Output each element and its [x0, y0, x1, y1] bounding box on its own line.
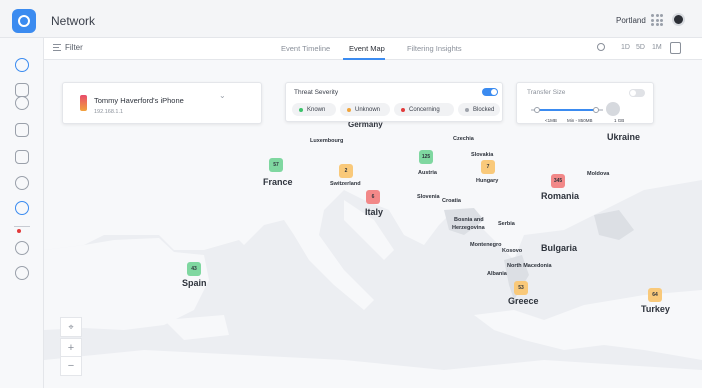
security-shield-icon[interactable]: [15, 201, 29, 215]
settings-gear-icon[interactable]: [15, 266, 29, 280]
tab-event-timeline[interactable]: Event Timeline: [281, 44, 330, 53]
chevron-down-icon[interactable]: ⌄: [219, 91, 226, 100]
country-label: Serbia: [498, 221, 515, 227]
tab-filtering-insights[interactable]: Filtering Insights: [407, 44, 462, 53]
event-count-badge[interactable]: 2: [339, 164, 353, 178]
country-label: Spain: [182, 278, 207, 288]
tab-event-map[interactable]: Event Map: [349, 44, 385, 53]
country-label: Hungary: [476, 178, 499, 184]
calendar-icon[interactable]: [670, 42, 681, 54]
search-icon[interactable]: [597, 43, 605, 51]
filter-button[interactable]: Filter: [65, 43, 83, 52]
clients-icon[interactable]: [15, 123, 29, 137]
devices-icon[interactable]: [15, 96, 29, 110]
zoom-out-button[interactable]: −: [60, 356, 82, 376]
country-label: Kosovo: [502, 248, 523, 254]
country-label: Switzerland: [330, 181, 361, 187]
country-label: Luxembourg: [310, 138, 344, 144]
country-label: Ukraine: [607, 132, 641, 142]
notifications-bell-icon[interactable]: [15, 241, 29, 255]
apps-grid-icon[interactable]: [651, 14, 663, 26]
phone-icon: [80, 95, 87, 111]
severity-concerning-label: Concerning: [409, 106, 440, 113]
country-label: Montenegro: [470, 242, 502, 248]
event-count-badge[interactable]: 43: [187, 262, 201, 276]
known-dot-icon: [299, 107, 303, 112]
country-label: Czechia: [453, 136, 474, 142]
size-label-min: <1MB: [545, 118, 557, 123]
app-logo-icon[interactable]: [12, 9, 36, 33]
transfer-size-indicator: [606, 102, 620, 116]
threat-severity-toggle[interactable]: [482, 88, 498, 96]
severity-blocked-chip[interactable]: Blocked: [458, 103, 500, 116]
sidebar-divider: [14, 226, 30, 227]
threat-severity-title: Threat Severity: [294, 89, 339, 96]
event-count-badge[interactable]: 125: [419, 150, 433, 164]
size-label-max: 1 GB: [614, 118, 625, 123]
country-label: Turkey: [641, 304, 670, 314]
zoom-in-button[interactable]: +: [60, 338, 82, 358]
country-label: Slovakia: [471, 152, 494, 158]
event-count-badge[interactable]: 6: [366, 190, 380, 204]
event-count-badge[interactable]: 64: [648, 288, 662, 302]
filter-icon[interactable]: [53, 44, 61, 51]
country-label: Moldova: [587, 171, 610, 177]
statistics-icon[interactable]: [15, 150, 29, 164]
severity-blocked-label: Blocked: [473, 106, 495, 113]
insights-icon[interactable]: [15, 176, 29, 190]
country-label: Slovenia: [417, 194, 440, 200]
unknown-dot-icon: [347, 107, 351, 112]
country-label: Croatia: [442, 198, 461, 204]
device-name: Tommy Haverford's iPhone: [94, 96, 184, 105]
event-map[interactable]: ingdom Germany Luxembourg Czechia Slovak…: [44, 60, 702, 388]
severity-concerning-chip[interactable]: Concerning: [394, 103, 454, 116]
avatar[interactable]: [672, 13, 685, 26]
app-title: Network: [51, 14, 96, 28]
event-count-badge[interactable]: 53: [514, 281, 528, 295]
sub-toolbar: Filter Event Timeline Event Map Filterin…: [44, 38, 702, 60]
event-count-badge[interactable]: 57: [269, 158, 283, 172]
country-label: Romania: [541, 191, 580, 201]
concerning-dot-icon: [401, 107, 405, 112]
severity-unknown-chip[interactable]: Unknown: [340, 103, 390, 116]
severity-known-label: Known: [307, 106, 326, 113]
slider-min-handle[interactable]: [534, 106, 540, 113]
range-1d[interactable]: 1D: [621, 44, 630, 51]
topology-icon[interactable]: [15, 83, 29, 97]
blocked-dot-icon: [465, 107, 469, 112]
top-bar: Network Portland: [0, 0, 702, 38]
sidebar: [0, 38, 44, 388]
country-label: Greece: [508, 296, 539, 306]
country-label: France: [263, 177, 293, 187]
locate-icon[interactable]: ⌖: [60, 317, 82, 337]
severity-unknown-label: Unknown: [355, 106, 381, 113]
device-ip: 192.168.1.1: [94, 109, 124, 115]
threat-severity-panel: Threat Severity Known Unknown Concerning…: [285, 82, 503, 122]
event-count-badge[interactable]: 345: [551, 174, 565, 188]
country-label: Austria: [418, 170, 437, 176]
size-label-range: Min - 850MB: [567, 118, 593, 123]
country-label: North Macedonia: [507, 263, 552, 269]
country-label: Bosnia and: [454, 217, 484, 223]
device-card[interactable]: Tommy Haverford's iPhone 192.168.1.1 ⌄: [62, 82, 262, 124]
transfer-size-toggle[interactable]: [629, 89, 645, 97]
event-count-badge[interactable]: 7: [481, 160, 495, 174]
country-label: Bulgaria: [541, 243, 578, 253]
range-5d[interactable]: 5D: [636, 44, 645, 51]
severity-known-chip[interactable]: Known: [292, 103, 336, 116]
country-label: Herzegovina: [452, 225, 485, 231]
transfer-size-panel: Transfer Size <1MB Min - 850MB 1 GB: [516, 82, 654, 124]
dashboard-icon[interactable]: [15, 58, 29, 72]
country-label: Italy: [365, 207, 384, 217]
range-1m[interactable]: 1M: [652, 44, 662, 51]
slider-max-handle[interactable]: [593, 106, 599, 113]
transfer-size-title: Transfer Size: [527, 89, 566, 96]
country-label: Albania: [487, 271, 507, 277]
site-selector[interactable]: Portland: [616, 16, 646, 25]
transfer-size-slider-fill: [537, 109, 595, 111]
alert-dot: [17, 229, 21, 233]
